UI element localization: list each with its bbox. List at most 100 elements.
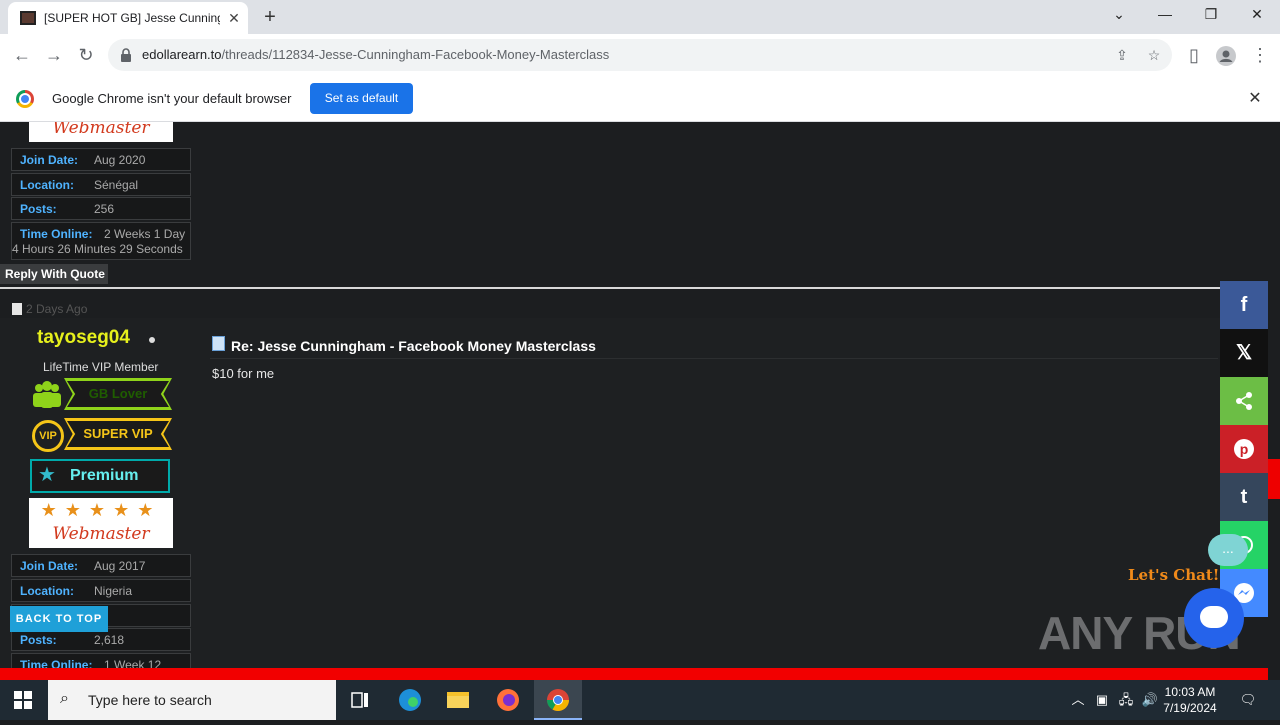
reply-with-quote-button[interactable]: Reply With Quote	[0, 264, 108, 284]
taskbar-search-placeholder: Type here to search	[88, 692, 212, 708]
side-panel-icon[interactable]: ▯	[1180, 42, 1208, 70]
file-explorer-icon[interactable]	[434, 680, 482, 720]
forum-page: Webmaster Join Date: Aug 2020 Location: …	[0, 122, 1268, 670]
red-edge-tab	[1268, 459, 1280, 499]
premium-star-icon: ★	[38, 464, 56, 486]
posts-label: Posts:	[20, 202, 57, 216]
infobar-message: Google Chrome isn't your default browser	[52, 91, 292, 106]
location-label: Location:	[20, 178, 74, 192]
location-label-2: Location:	[20, 584, 74, 598]
lets-chat-label[interactable]: Let's Chat!	[1128, 566, 1219, 584]
post-title-separator	[210, 358, 1218, 359]
tray-date: 7/19/2024	[1163, 701, 1217, 715]
search-icon: ⌕	[60, 690, 69, 707]
post-date: 2 Days Ago	[12, 302, 87, 316]
tumblr-icon: t	[1240, 486, 1248, 508]
vip-circle-icon: VIP	[32, 420, 64, 452]
volume-icon[interactable]: 🔊	[1140, 690, 1160, 710]
post-title: Re: Jesse Cunningham - Facebook Money Ma…	[231, 338, 596, 354]
facebook-share-button[interactable]: f	[1220, 281, 1268, 329]
tray-time: 10:03 AM	[1164, 685, 1216, 699]
webmaster-badge-2: ★★★★★ Webmaster	[29, 498, 173, 548]
location-row-2: Location: Nigeria	[11, 579, 191, 602]
posts-value-2: 2,618	[94, 633, 125, 647]
location-row: Location: Sénégal	[11, 173, 191, 196]
bookmark-star-icon[interactable]: ☆	[1144, 45, 1164, 65]
post-body: $10 for me	[212, 366, 275, 381]
posts-label-2: Posts:	[20, 633, 57, 647]
windows-start-icon[interactable]	[14, 691, 32, 709]
online-status-dot	[149, 337, 155, 343]
super-vip-badge: SUPER VIP	[64, 418, 172, 450]
browser-tab[interactable]: [SUPER HOT GB] Jesse Cunningham - Facebo…	[8, 2, 248, 34]
minimize-button[interactable]: —	[1142, 0, 1188, 30]
taskbar-search-box[interactable]: ⌕ Type here to search	[48, 680, 336, 720]
windows-taskbar: ⌕ Type here to search ︿ ▣ 🖧 🔊 10:03 AM 7…	[0, 680, 1280, 720]
share-page-icon[interactable]: ⇪	[1112, 45, 1132, 65]
time-online-label: Time Online:	[20, 227, 93, 241]
group-people-icon	[33, 381, 61, 408]
chat-launcher-button[interactable]	[1184, 588, 1244, 648]
forward-arrow-icon[interactable]: →	[40, 42, 68, 70]
task-view-icon[interactable]	[336, 680, 384, 720]
menu-kebab-icon[interactable]: ⋮	[1246, 42, 1274, 70]
window-close-button[interactable]: ✕	[1234, 0, 1280, 30]
chrome-logo-icon	[16, 90, 34, 108]
site-favicon-icon	[20, 11, 36, 25]
share-button[interactable]	[1220, 377, 1268, 425]
webmaster-stars: ★★★★★	[40, 500, 162, 520]
back-arrow-icon[interactable]: ←	[8, 42, 36, 70]
tray-device-icon[interactable]: ▣	[1092, 690, 1112, 710]
browser-tab-strip: [SUPER HOT GB] Jesse Cunningham - Facebo…	[0, 0, 1280, 34]
svg-text:p: p	[1240, 441, 1249, 457]
webmaster-badge-text: Webmaster	[52, 122, 150, 138]
url-text: edollarearn.to/threads/112834-Jesse-Cunn…	[142, 47, 610, 62]
reload-icon[interactable]: ↻	[72, 42, 100, 70]
pinterest-share-button[interactable]: p	[1220, 425, 1268, 473]
edge-browser-icon[interactable]	[386, 680, 434, 720]
new-tab-button[interactable]: +	[258, 6, 282, 30]
chrome-taskbar-icon[interactable]	[534, 680, 582, 720]
time-online-value-2: 4 Hours 26 Minutes 29 Seconds	[12, 242, 183, 256]
webmaster-badge: Webmaster	[29, 122, 173, 142]
tray-clock[interactable]: 10:03 AM 7/19/2024	[1160, 684, 1220, 716]
address-bar[interactable]: edollarearn.to/threads/112834-Jesse-Cunn…	[108, 39, 1172, 71]
network-icon[interactable]: 🖧	[1116, 690, 1136, 710]
back-to-top-button[interactable]: BACK TO TOP	[10, 606, 108, 632]
post-username[interactable]: tayoseg04	[37, 327, 130, 349]
join-date-label: Join Date:	[20, 153, 79, 167]
x-share-button[interactable]: 𝕏	[1220, 329, 1268, 377]
gb-lover-badge-text: GB Lover	[88, 386, 148, 401]
infobar-close-icon[interactable]: ✕	[1244, 88, 1266, 110]
user-title: LifeTime VIP Member	[43, 360, 159, 374]
default-browser-infobar: Google Chrome isn't your default browser…	[0, 76, 1280, 122]
time-online-value: 2 Weeks 1 Day	[104, 227, 186, 241]
lock-icon	[121, 48, 131, 62]
webmaster-badge-text-2: Webmaster	[52, 524, 150, 544]
post-title-doc-icon	[212, 336, 225, 351]
join-date-row: Join Date: Aug 2020	[11, 148, 191, 171]
posts-value: 256	[94, 202, 115, 216]
profile-avatar-icon[interactable]	[1212, 42, 1240, 70]
restore-button[interactable]: ❐	[1188, 0, 1234, 30]
join-date-label-2: Join Date:	[20, 559, 79, 573]
location-value: Sénégal	[94, 178, 139, 192]
tray-chevron-icon[interactable]: ︿	[1068, 690, 1088, 710]
post-date-text: 2 Days Ago	[26, 302, 88, 316]
tab-search-icon[interactable]: ⌄	[1096, 0, 1142, 30]
tab-title: [SUPER HOT GB] Jesse Cunningham - Facebo…	[44, 11, 220, 25]
posts-row: Posts: 256	[11, 197, 191, 220]
location-value-2: Nigeria	[94, 584, 133, 598]
bottom-red-bar	[0, 668, 1268, 680]
firefox-icon[interactable]	[484, 680, 532, 720]
time-online-row: Time Online: 2 Weeks 1 Day 4 Hours 26 Mi…	[11, 222, 191, 260]
join-date-value: Aug 2020	[94, 153, 146, 167]
x-icon: 𝕏	[1235, 342, 1253, 364]
join-date-row-2: Join Date: Aug 2017	[11, 554, 191, 577]
tumblr-share-button[interactable]: t	[1220, 473, 1268, 521]
chat-typing-bubble[interactable]: ...	[1208, 534, 1248, 566]
notification-icon[interactable]: 🗨	[1238, 690, 1258, 710]
join-date-value-2: Aug 2017	[94, 559, 146, 573]
tab-close-icon[interactable]: ✕	[224, 8, 244, 28]
set-as-default-button[interactable]: Set as default	[310, 83, 413, 114]
